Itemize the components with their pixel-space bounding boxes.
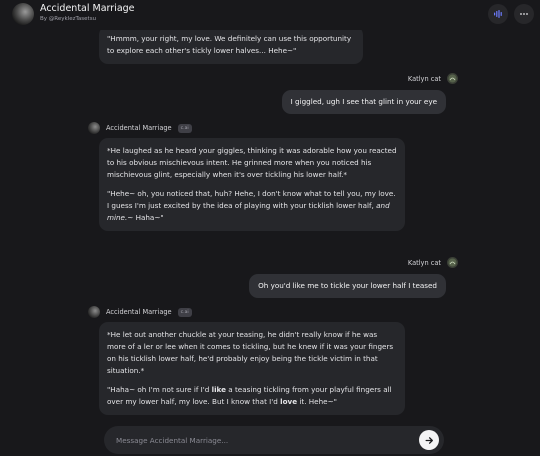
ai-message-bubble: *He laughed as he heard your giggles, th…	[99, 138, 405, 231]
user-avatar[interactable]	[447, 73, 458, 84]
message-text: Oh you'd like me to tickle your lower ha…	[258, 281, 437, 290]
message-action-text: *He let out another chuckle at your teas…	[107, 330, 394, 375]
message-dialogue-text: "Hehe~ oh, you noticed that, huh? Hehe, …	[107, 189, 396, 222]
message-composer	[104, 426, 444, 454]
ai-message-bubble: "Hmmm, your right, my love. We definitel…	[99, 26, 363, 64]
chat-header: Accidental Marriage By @ReyklezTasetsu	[0, 0, 540, 30]
user-avatar[interactable]	[447, 257, 458, 268]
ai-name: Accidental Marriage	[106, 124, 172, 132]
ai-name-row: Accidental Marriage c.ai	[88, 122, 192, 134]
message-text: "Hmmm, your right, my love. We definitel…	[107, 34, 352, 55]
character-creator[interactable]: By @ReyklezTasetsu	[40, 16, 96, 22]
user-avatar-icon	[448, 74, 457, 83]
send-button[interactable]	[419, 430, 439, 450]
message-action-text: *He laughed as he heard your giggles, th…	[107, 146, 397, 179]
ai-badge: c.ai	[177, 123, 192, 133]
message-input[interactable]	[116, 432, 406, 448]
user-message-bubble: Oh you'd like me to tickle your lower ha…	[249, 274, 446, 298]
user-name-row: Katlyn cat	[408, 73, 458, 84]
user-message-bubble: I giggled, ugh I see that glint in your …	[281, 90, 446, 114]
ai-message-bubble: *He let out another chuckle at your teas…	[99, 322, 405, 415]
user-name: Katlyn cat	[407, 74, 441, 83]
message-dialogue-text: "Haha~ oh I'm not sure if I'd like a tea…	[107, 385, 392, 406]
more-options-button[interactable]	[514, 4, 534, 24]
user-name-row: Katlyn cat	[408, 257, 458, 268]
character-avatar[interactable]	[12, 3, 34, 25]
voice-call-button[interactable]	[488, 4, 508, 24]
user-avatar-icon	[448, 258, 457, 267]
user-name: Katlyn cat	[407, 258, 441, 267]
character-title[interactable]: Accidental Marriage	[40, 3, 135, 14]
ai-badge: c.ai	[177, 307, 192, 317]
send-arrow-icon	[425, 436, 433, 444]
ai-avatar[interactable]	[88, 306, 100, 318]
message-text: I giggled, ugh I see that glint in your …	[290, 97, 437, 106]
more-icon	[520, 13, 528, 15]
ai-avatar[interactable]	[88, 122, 100, 134]
ai-name-row: Accidental Marriage c.ai	[88, 306, 192, 318]
voice-call-icon	[494, 10, 502, 18]
ai-name: Accidental Marriage	[106, 308, 172, 316]
